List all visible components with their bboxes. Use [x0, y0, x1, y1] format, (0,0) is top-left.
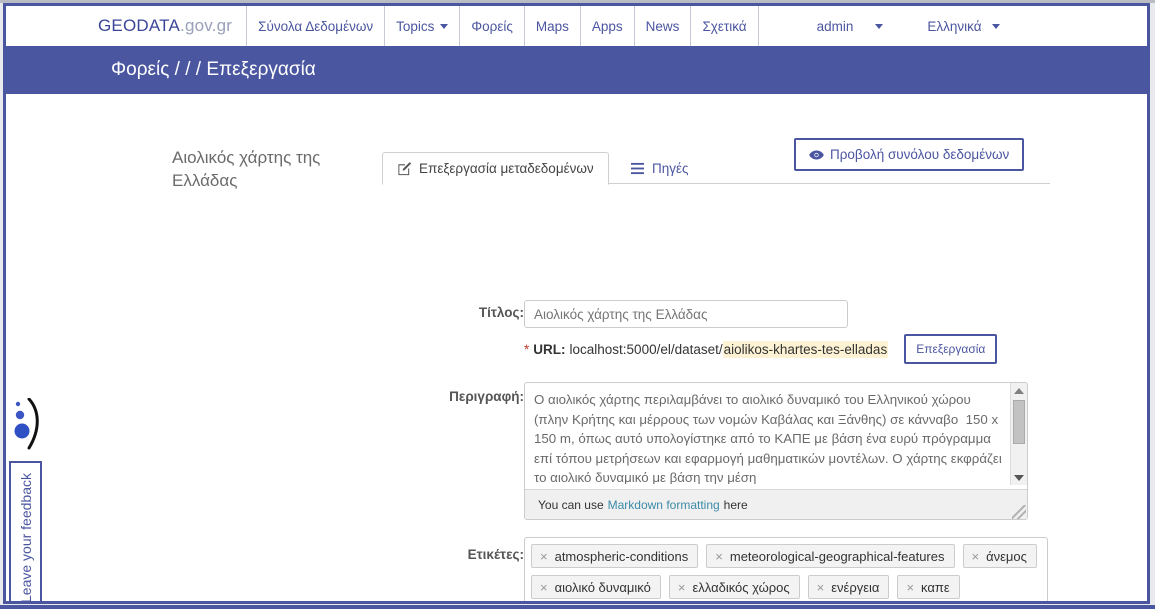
browser-viewport: GEODATA .gov.gr Σύνολα Δεδομένων Topics Φ… [3, 3, 1150, 604]
markdown-help-suffix: here [723, 497, 748, 512]
scroll-down-icon[interactable] [1011, 470, 1027, 485]
nav-item-news[interactable]: News [635, 6, 692, 46]
tab-bar: Επεξεργασία μεταδεδομένων Πηγές Προβολή … [382, 138, 1050, 185]
logo-main-text: GEODATA [98, 16, 181, 35]
tag-label: ενέργεια [831, 579, 880, 595]
nav-item-maps[interactable]: Maps [525, 6, 581, 46]
remove-tag-icon[interactable]: × [809, 580, 832, 595]
tag-chip[interactable]: × ενέργεια [807, 575, 890, 599]
chevron-down-icon [991, 23, 1000, 29]
page-header-bar: Φορείς / / / Επεξεργασία [6, 46, 1147, 94]
tab-edit-metadata[interactable]: Επεξεργασία μεταδεδομένων [382, 152, 609, 185]
nav-left-spacer [6, 6, 98, 46]
description-scrollbar[interactable] [1010, 383, 1027, 485]
edit-square-icon [397, 161, 412, 176]
language-menu[interactable]: Ελληνικά [893, 18, 1000, 34]
remove-tag-icon[interactable]: × [707, 549, 730, 564]
view-dataset-button[interactable]: Προβολή συνόλου δεδομένων [794, 138, 1025, 171]
tab-label: Πηγές [652, 161, 689, 176]
tag-label: meteorological-geographical-features [729, 548, 945, 564]
remove-tag-icon[interactable]: × [670, 580, 693, 595]
tags-label: Ετικέτες: [467, 547, 524, 562]
title-label: Τίτλος: [478, 305, 524, 320]
eye-icon [809, 149, 824, 161]
description-field-wrapper: You can use Markdown formatting here [524, 382, 1028, 520]
tag-label: ελλαδικός χώρος [692, 579, 790, 595]
tag-chip[interactable]: × καπε [897, 575, 960, 599]
top-navigation-bar: GEODATA .gov.gr Σύνολα Δεδομένων Topics Φ… [6, 6, 1147, 46]
logo-sub-text: .gov.gr [180, 16, 233, 35]
tag-label: καπε [921, 579, 950, 595]
tab-resources[interactable]: Πηγές [616, 152, 703, 185]
tag-chip[interactable]: × ελλαδικός χώρος [668, 575, 800, 599]
nav-item-organizations[interactable]: Φορείς [460, 6, 525, 46]
markdown-formatting-link[interactable]: Markdown formatting [608, 498, 720, 512]
window-bottom-stripe [0, 605, 1155, 609]
user-menu-label: admin [816, 18, 854, 34]
description-textarea[interactable] [525, 383, 1027, 484]
nav-item-topics[interactable]: Topics [385, 6, 461, 46]
textarea-resize-handle[interactable] [1012, 505, 1026, 519]
markdown-help-bar: You can use Markdown formatting here [525, 489, 1027, 519]
description-label: Περιγραφή: [449, 389, 524, 404]
nav-item-label: Maps [535, 18, 569, 34]
language-menu-label: Ελληνικά [927, 18, 982, 34]
tag-chip[interactable]: × αιολικό δυναμικό [531, 575, 661, 599]
nav-item-label: Topics [396, 18, 435, 34]
scrollbar-thumb[interactable] [1013, 400, 1025, 444]
nav-item-label: Apps [591, 18, 623, 34]
main-content: Αιολικός χάρτης της Ελλάδας Επεξεργασία … [6, 94, 1147, 601]
page-title: Αιολικός χάρτης της Ελλάδας [172, 148, 321, 190]
tag-label: άνεμος [986, 548, 1027, 564]
tag-chip[interactable]: × meteorological-geographical-features [706, 544, 955, 568]
nav-item-about[interactable]: Σχετικά [691, 6, 759, 46]
nav-item-apps[interactable]: Apps [581, 6, 635, 46]
leave-feedback-label: Leave your feedback [17, 473, 34, 603]
url-base-text: localhost:5000/el/dataset/ [569, 341, 723, 357]
hamburger-icon [630, 162, 645, 175]
url-edit-button[interactable]: Επεξεργασία [904, 334, 998, 364]
leave-feedback-tab[interactable]: Leave your feedback [9, 461, 42, 603]
url-slug-text: aiolikos-khartes-tes-elladas [722, 340, 889, 358]
user-menu[interactable]: admin [817, 19, 894, 34]
view-dataset-label: Προβολή συνόλου δεδομένων [830, 147, 1010, 162]
required-asterisk: * [524, 341, 530, 357]
nav-item-label: Σχετικά [702, 18, 747, 34]
nav-item-datasets[interactable]: Σύνολα Δεδομένων [247, 6, 386, 46]
tab-label: Επεξεργασία μεταδεδομένων [419, 161, 594, 176]
scroll-up-icon[interactable] [1011, 383, 1027, 398]
remove-tag-icon[interactable]: × [532, 580, 555, 595]
url-row: * URL: localhost:5000/el/dataset/ aiolik… [524, 334, 998, 364]
feedback-logo-icon [9, 397, 45, 452]
remove-tag-icon[interactable]: × [964, 549, 987, 564]
tag-chip[interactable]: × άνεμος [962, 544, 1037, 568]
breadcrumb: Φορείς / / / Επεξεργασία [111, 59, 316, 80]
chevron-down-icon [875, 23, 884, 29]
tag-label: αιολικό δυναμικό [554, 579, 651, 595]
tags-input-box[interactable]: × atmospheric-conditions × meteorologica… [524, 537, 1048, 601]
tag-chip[interactable]: × atmospheric-conditions [531, 544, 699, 568]
title-input[interactable] [524, 300, 848, 328]
nav-item-label: Σύνολα Δεδομένων [258, 18, 374, 34]
site-logo[interactable]: GEODATA .gov.gr [98, 6, 248, 46]
url-label: URL: [533, 341, 566, 357]
remove-tag-icon[interactable]: × [898, 580, 921, 595]
page-root: GEODATA .gov.gr Σύνολα Δεδομένων Topics Φ… [0, 0, 1155, 609]
nav-item-label: Φορείς [471, 18, 513, 34]
remove-tag-icon[interactable]: × [532, 549, 555, 564]
chevron-down-icon [440, 23, 449, 29]
nav-item-label: News [645, 18, 680, 34]
nav-right-group: admin Ελληνικά [817, 6, 1000, 46]
tag-label: atmospheric-conditions [554, 548, 689, 564]
markdown-help-prefix: You can use [538, 497, 604, 512]
